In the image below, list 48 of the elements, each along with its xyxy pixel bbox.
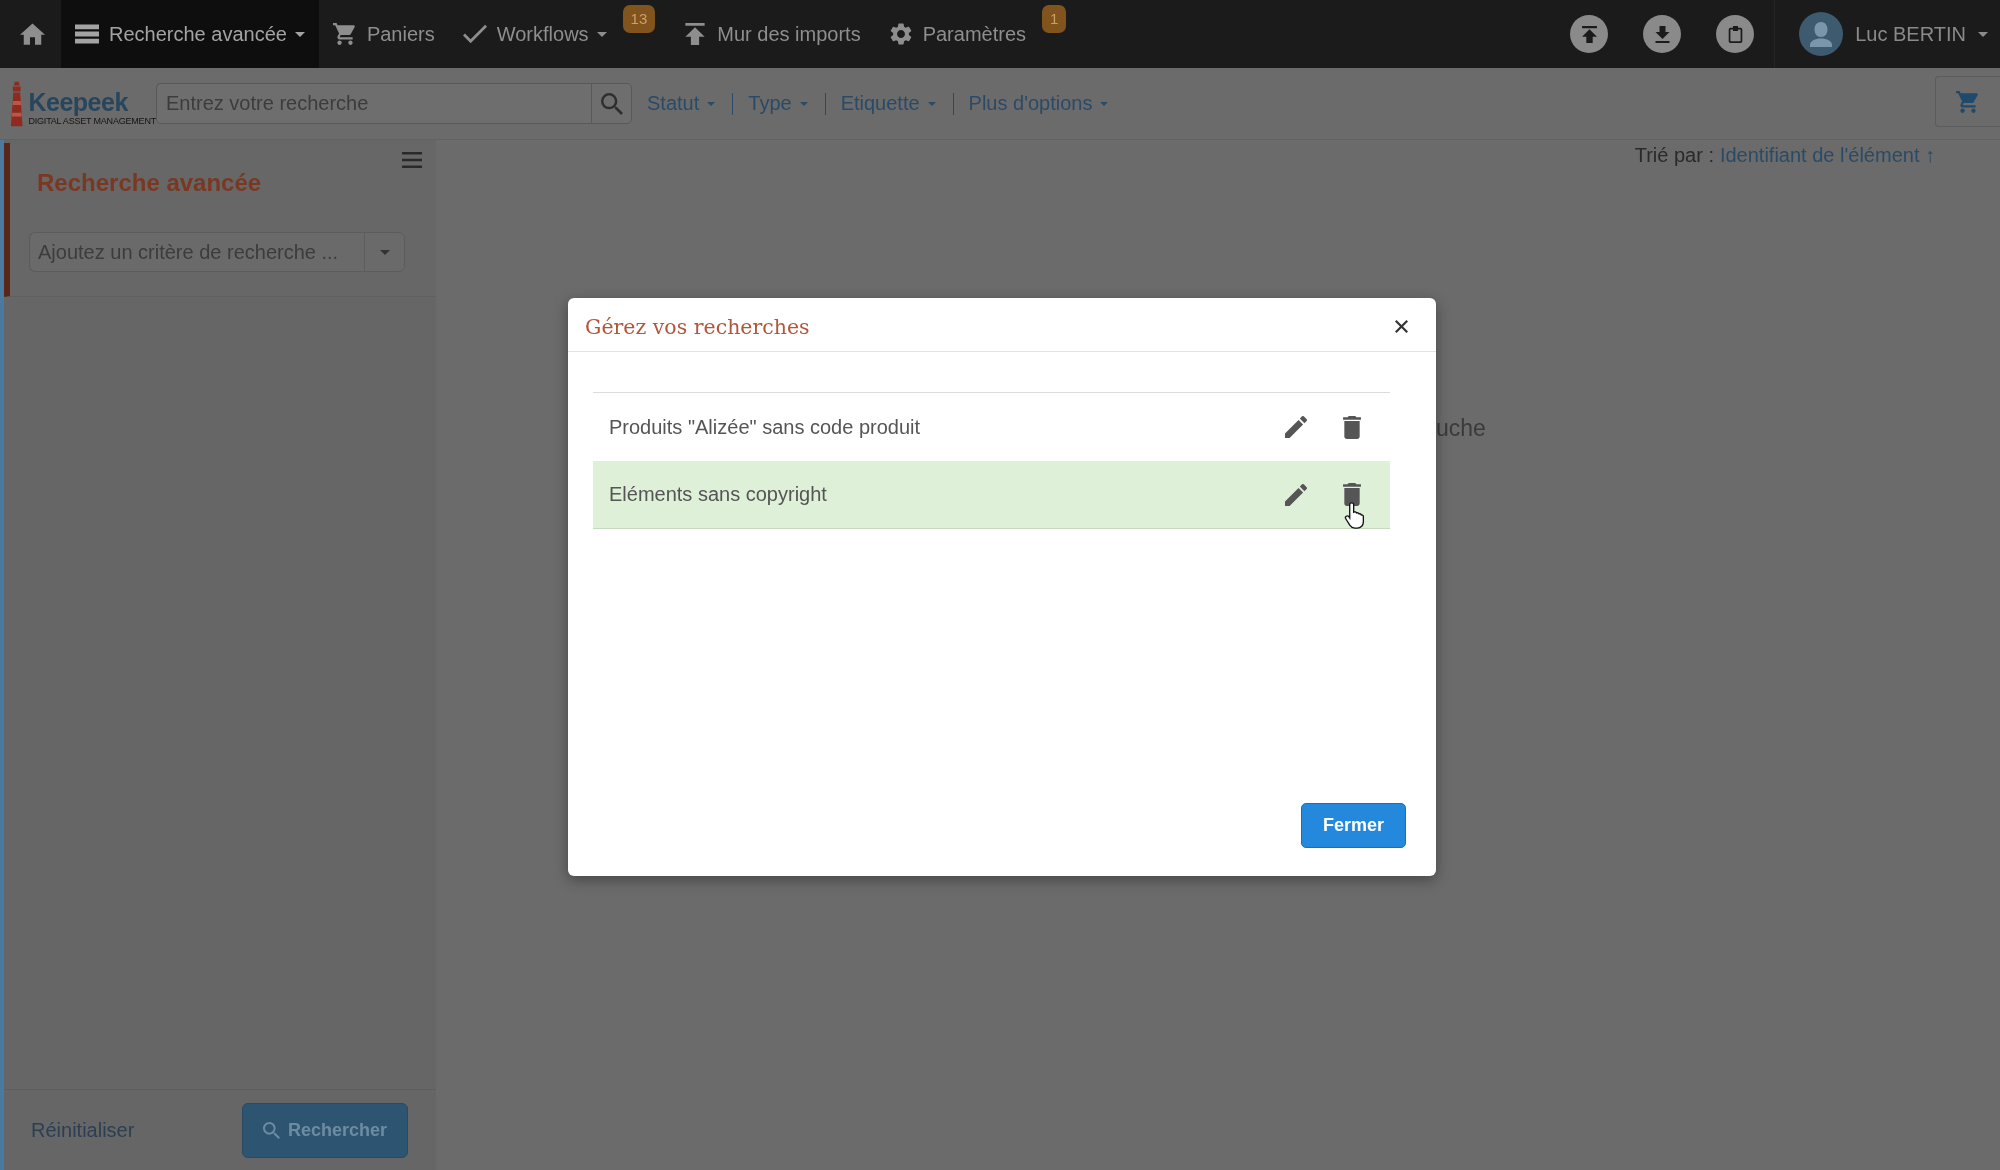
nav-link[interactable]: Paniers xyxy=(318,0,449,68)
pencil-icon[interactable] xyxy=(1285,416,1307,438)
pencil-icon[interactable] xyxy=(1285,483,1307,506)
nav-link[interactable]: Mur des imports xyxy=(669,0,875,68)
home-icon[interactable] xyxy=(20,23,45,45)
caret-icon xyxy=(927,101,936,106)
trash-icon[interactable] xyxy=(1343,415,1361,439)
upload-button[interactable] xyxy=(1570,15,1609,53)
menu-icon[interactable] xyxy=(402,152,422,168)
saved-search-row[interactable]: Produits "Alizée" sans code produit xyxy=(593,393,1390,461)
caret-icon xyxy=(799,101,808,106)
caret-icon xyxy=(1100,101,1109,106)
cart-icon xyxy=(1956,90,1980,113)
upload-icon xyxy=(1581,25,1597,43)
hand-cursor-icon xyxy=(1344,501,1366,531)
search-name: Produits "Alizée" sans code produit xyxy=(609,415,922,439)
nav-link[interactable]: Paramètres 1 xyxy=(874,0,1081,68)
cart-icon xyxy=(332,23,357,45)
user-menu[interactable]: Luc BERTIN xyxy=(1855,22,1988,46)
dialog-title: Gérez vos recherches xyxy=(585,314,810,339)
logo-text: Keepeek xyxy=(28,87,129,116)
caret-icon xyxy=(707,101,716,106)
list-icon xyxy=(75,23,99,45)
nav-link[interactable]: Workflows 13 xyxy=(448,0,670,68)
search-button[interactable] xyxy=(591,83,632,124)
caret-icon xyxy=(1978,31,1988,37)
clipboard-button[interactable] xyxy=(1716,15,1755,53)
close-button[interactable]: Fermer xyxy=(1301,803,1406,848)
count-badge: 1 xyxy=(1042,5,1067,33)
nav-link[interactable]: Recherche avancée xyxy=(61,0,319,68)
caret-icon xyxy=(379,249,390,255)
search-name: Eléments sans copyright xyxy=(609,483,828,506)
count-badge: 13 xyxy=(622,5,656,33)
check-icon xyxy=(462,23,487,45)
download-button[interactable] xyxy=(1643,15,1682,53)
saved-search-row[interactable]: Eléments sans copyright xyxy=(593,461,1390,529)
logo-tagline: DIGITAL ASSET MANAGEMENT xyxy=(28,115,156,127)
avatar-icon[interactable] xyxy=(1799,12,1844,56)
trash-icon[interactable] xyxy=(1343,483,1361,506)
panel-title: Recherche avancée xyxy=(37,168,262,198)
upload-icon xyxy=(683,23,708,45)
close-icon[interactable] xyxy=(1395,320,1408,333)
search-icon xyxy=(600,92,623,115)
download-icon xyxy=(1654,25,1670,43)
clipboard-icon xyxy=(1727,25,1743,43)
gear-icon xyxy=(888,23,913,45)
sort-label: Trié par : xyxy=(1634,143,1714,167)
search-icon xyxy=(262,1121,280,1139)
